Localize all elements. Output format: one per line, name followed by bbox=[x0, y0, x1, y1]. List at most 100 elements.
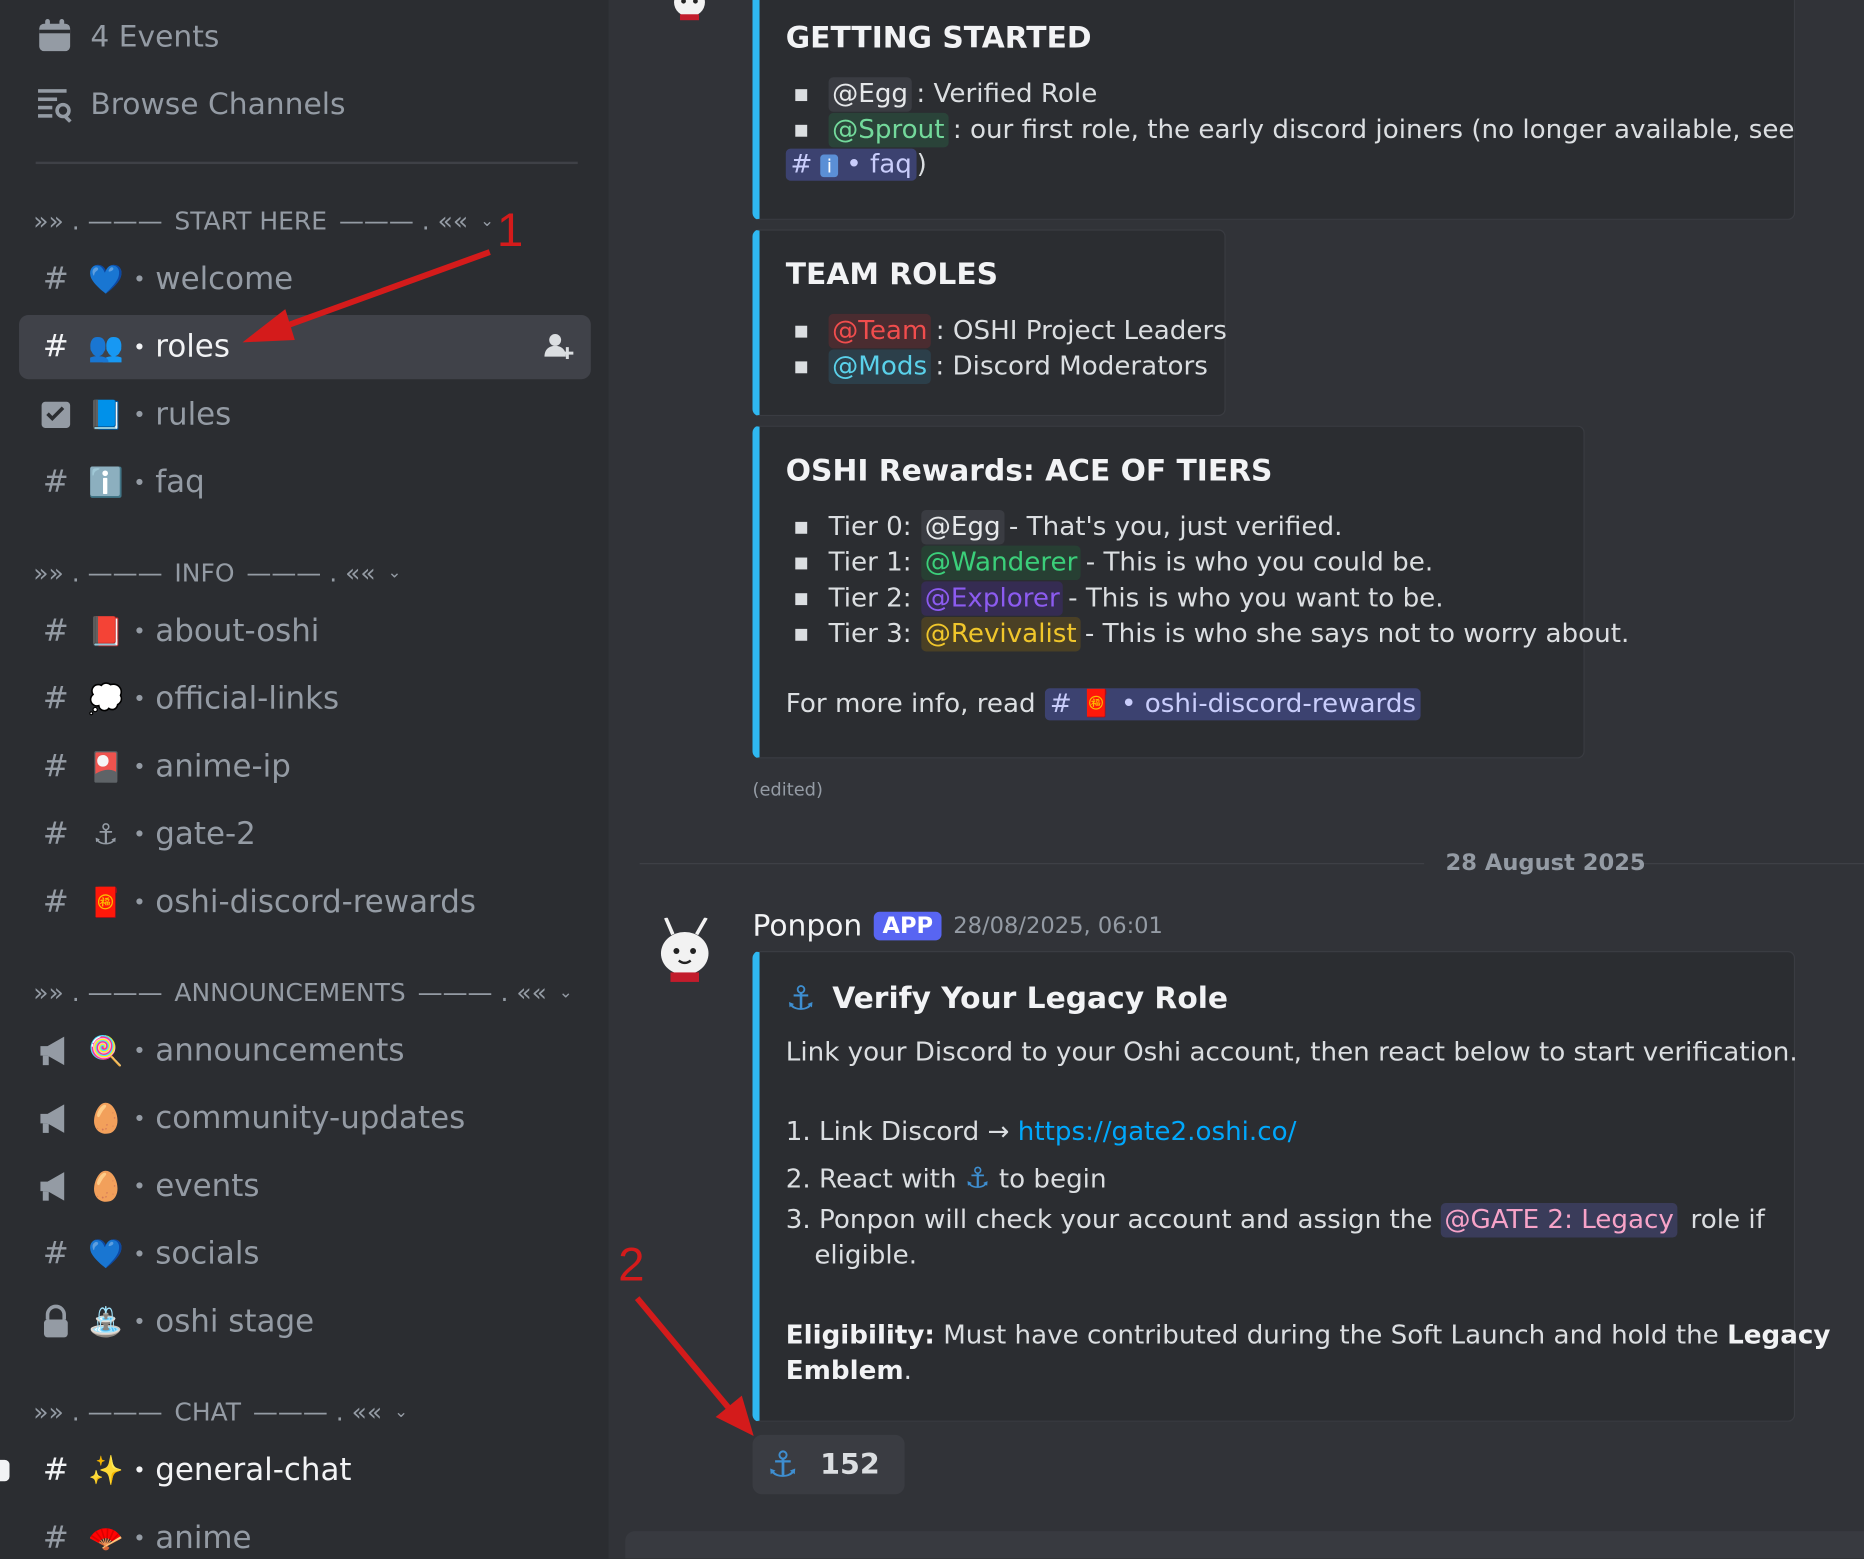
channel-gate-2[interactable]: # ⚓ • gate-2 bbox=[19, 802, 591, 866]
step-3-continued: eligible. bbox=[814, 1241, 918, 1271]
channel-name: announcements bbox=[155, 1033, 405, 1069]
channel-official-links[interactable]: # 💭 • official-links bbox=[19, 667, 591, 731]
anchor-icon: ⚓ bbox=[766, 1443, 799, 1486]
category-name: ANNOUNCEMENTS bbox=[174, 978, 406, 1007]
role-mention-team[interactable]: @Team bbox=[828, 313, 932, 349]
channel-anime-ip[interactable]: # 🎴 • anime-ip bbox=[19, 735, 591, 799]
category-suffix: ——— . «« bbox=[417, 978, 547, 1007]
channel-rules[interactable]: 📘 • rules bbox=[19, 383, 591, 447]
events-item[interactable]: 4 Events bbox=[36, 17, 220, 55]
channel-emoji: 🍭 bbox=[88, 1034, 124, 1068]
channel-oshi-stage[interactable]: ⛲ • oshi stage bbox=[19, 1290, 591, 1354]
browse-channels-label: Browse Channels bbox=[90, 86, 346, 121]
embed-title: TEAM ROLES bbox=[785, 256, 999, 292]
channel-emoji: 🎴 bbox=[88, 750, 124, 784]
channel-emoji: 📕 bbox=[88, 614, 124, 648]
channel-name: anime-ip bbox=[155, 748, 291, 785]
chevron-down-icon: ⌄ bbox=[558, 983, 573, 1003]
category-start-here[interactable]: »» . ——— START HERE ——— . «« ⌄ bbox=[33, 207, 494, 236]
role-mention-explorer[interactable]: @Explorer bbox=[921, 581, 1064, 616]
embed-title: OSHI Rewards: ACE OF TIERS bbox=[785, 452, 1273, 488]
lock-icon bbox=[36, 1302, 76, 1342]
category-announcements[interactable]: »» . ——— ANNOUNCEMENTS ——— . «« ⌄ bbox=[33, 978, 572, 1007]
channel-oshi-discord-rewards[interactable]: # 🧧 • oshi-discord-rewards bbox=[19, 870, 591, 934]
list-item: Tier 0: @Egg - That's you, just verified… bbox=[795, 509, 1342, 545]
chevron-down-icon: ⌄ bbox=[394, 1402, 409, 1422]
channel-sidebar: 4 Events Browse Channels »» . ——— START … bbox=[0, 0, 609, 1559]
calendar-icon bbox=[36, 17, 74, 55]
hash-lock-icon: # bbox=[42, 816, 69, 853]
channel-events[interactable]: 🥚 • events bbox=[19, 1154, 591, 1218]
annotation-arrow-2 bbox=[634, 1296, 754, 1437]
channel-emoji: 💭 bbox=[88, 682, 124, 716]
role-mention-sprout[interactable]: @Sprout bbox=[828, 112, 949, 148]
category-suffix: ——— . «« bbox=[246, 558, 376, 588]
category-prefix: »» . ——— bbox=[33, 558, 163, 588]
category-prefix: »» . ——— bbox=[33, 978, 163, 1007]
channel-socials[interactable]: # 💙 • socials bbox=[19, 1222, 591, 1286]
role-mention-revivalist[interactable]: @Revivalist bbox=[921, 616, 1081, 652]
channel-emoji: 🪭 bbox=[88, 1521, 124, 1555]
channel-community-updates[interactable]: 🥚 • community-updates bbox=[19, 1087, 591, 1151]
edited-label: (edited) bbox=[752, 778, 823, 801]
info-icon: i bbox=[820, 154, 838, 177]
category-name: INFO bbox=[174, 558, 235, 588]
embed-title: Verify Your Legacy Role bbox=[832, 980, 1229, 1016]
hash-lock-icon: # bbox=[42, 1520, 69, 1557]
embed-getting-started: GETTING STARTED @Egg : Verified Role @Sp… bbox=[752, 0, 1796, 220]
bot-avatar[interactable] bbox=[656, 916, 718, 989]
channel-name: about-oshi bbox=[155, 613, 320, 650]
annotation-number-2: 2 bbox=[618, 1238, 645, 1292]
role-mention-gate2-legacy[interactable]: @GATE 2: Legacy bbox=[1440, 1203, 1678, 1238]
channel-mention-faq[interactable]: # i • faq bbox=[785, 148, 917, 181]
rules-icon bbox=[36, 395, 76, 435]
channel-faq[interactable]: # ℹ️ • faq bbox=[19, 451, 591, 515]
browse-channels-item[interactable]: Browse Channels bbox=[36, 84, 346, 123]
step-1: 1. Link Discord → https://gate2.oshi.co/ bbox=[785, 1117, 1297, 1148]
category-chat[interactable]: »» . ——— CHAT ——— . «« ⌄ bbox=[33, 1398, 408, 1427]
channel-announcements[interactable]: 🍭 • announcements bbox=[19, 1019, 591, 1083]
channel-name: oshi-discord-rewards bbox=[155, 884, 476, 921]
hash-lock-icon: # bbox=[42, 613, 69, 650]
sidebar-divider bbox=[35, 161, 578, 165]
category-info[interactable]: »» . ——— INFO ——— . «« ⌄ bbox=[33, 559, 401, 588]
channel-emoji: 🧧 bbox=[88, 885, 124, 919]
channel-anime[interactable]: # 🪭 • anime bbox=[19, 1506, 591, 1558]
channel-name: rules bbox=[155, 397, 232, 433]
channel-mention-oshi-discord-rewards[interactable]: # 🧧 • oshi-discord-rewards bbox=[1045, 688, 1421, 721]
eligibility-line-continued: Emblem. bbox=[785, 1356, 912, 1387]
role-mention-egg[interactable]: @Egg bbox=[921, 509, 1005, 545]
intro-text: Link your Discord to your Oshi account, … bbox=[785, 1037, 1798, 1068]
channel-name: socials bbox=[155, 1236, 260, 1272]
author-name[interactable]: Ponpon bbox=[752, 908, 862, 942]
bot-avatar-partial bbox=[666, 0, 714, 31]
channel-about-oshi[interactable]: # 📕 • about-oshi bbox=[19, 599, 591, 663]
app-badge: APP bbox=[874, 911, 942, 940]
channel-emoji: 💙 bbox=[88, 1237, 124, 1271]
discord-window: 4 Events Browse Channels »» . ——— START … bbox=[0, 0, 1864, 1559]
channel-emoji: 📘 bbox=[88, 398, 124, 432]
category-name: START HERE bbox=[174, 206, 328, 236]
list-item: @Sprout : our first role, the early disc… bbox=[795, 112, 1795, 148]
hash-icon: # bbox=[42, 464, 69, 501]
role-mention-mods[interactable]: @Mods bbox=[828, 349, 931, 384]
channel-name: general-chat bbox=[155, 1452, 352, 1489]
embed-title: GETTING STARTED bbox=[785, 20, 1092, 55]
channel-general-chat[interactable]: # ✨ • general-chat bbox=[19, 1438, 591, 1502]
channel-name: official-links bbox=[155, 681, 340, 717]
role-mention-egg[interactable]: @Egg bbox=[828, 77, 912, 112]
message-composer[interactable] bbox=[625, 1531, 1864, 1559]
embed-oshi-rewards: OSHI Rewards: ACE OF TIERS Tier 0: @Egg … bbox=[752, 425, 1629, 759]
megaphone-icon bbox=[36, 1031, 76, 1071]
list-item: @Team : OSHI Project Leaders bbox=[795, 313, 1227, 349]
role-mention-wanderer[interactable]: @Wanderer bbox=[921, 545, 1081, 581]
more-info-line: For more info, read # 🧧 • oshi-discord-r… bbox=[786, 688, 1421, 721]
gate2-link[interactable]: https://gate2.oshi.co/ bbox=[1018, 1117, 1297, 1147]
hash-icon: # bbox=[42, 261, 69, 298]
list-item-continued: # i • faq ) bbox=[785, 148, 927, 181]
hash-icon: # bbox=[790, 149, 821, 180]
reaction-anchor[interactable]: ⚓ 152 bbox=[752, 1434, 905, 1495]
channel-name: roles bbox=[155, 329, 230, 365]
timestamp: 28/08/2025, 06:01 bbox=[953, 912, 1163, 939]
invite-member-icon[interactable] bbox=[543, 330, 574, 369]
